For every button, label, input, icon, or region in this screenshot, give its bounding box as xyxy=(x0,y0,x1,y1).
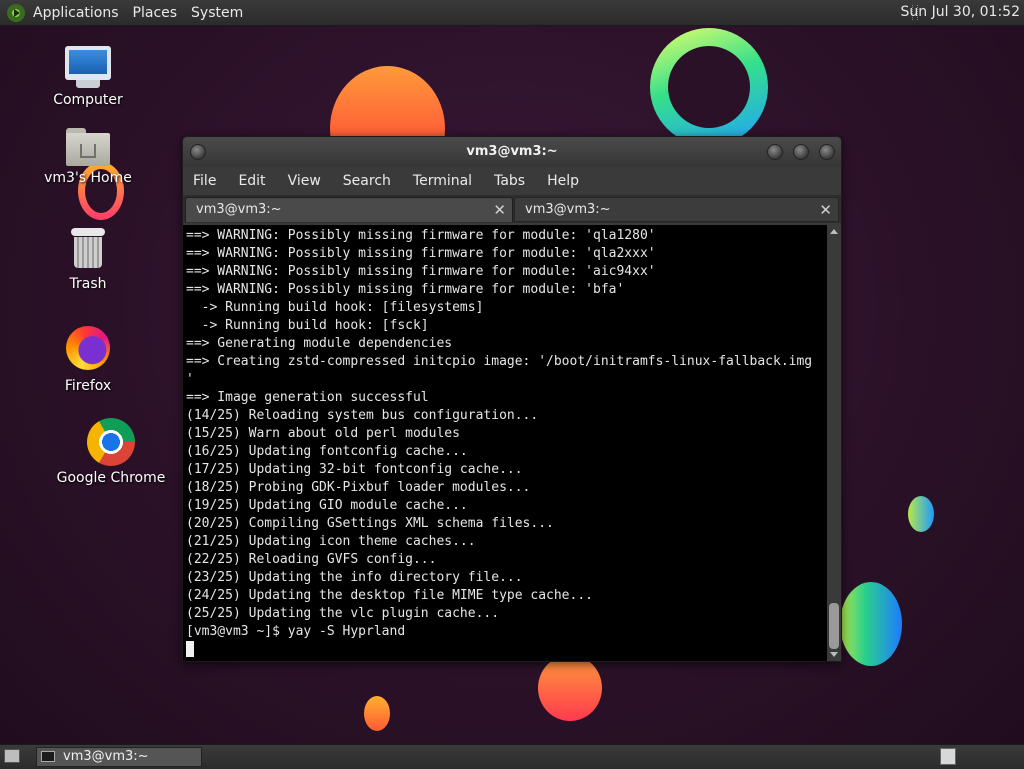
terminal-line: (25/25) Updating the vlc plugin cache... xyxy=(186,606,500,621)
menu-view[interactable]: View xyxy=(288,173,321,189)
terminal-line: (16/25) Updating fontconfig cache... xyxy=(186,444,468,459)
maximize-button[interactable] xyxy=(793,144,809,160)
menu-edit[interactable]: Edit xyxy=(238,173,265,189)
terminal-window[interactable]: vm3@vm3:~ File Edit View Search Terminal… xyxy=(182,136,842,662)
menu-help[interactable]: Help xyxy=(547,173,579,189)
terminal-cursor-line xyxy=(186,641,826,660)
wallpaper-large-blue-blob xyxy=(840,582,902,666)
scroll-down-arrow-icon[interactable] xyxy=(830,652,838,657)
menu-file[interactable]: File xyxy=(193,173,216,189)
terminal-line: (19/25) Updating GIO module cache... xyxy=(186,498,468,513)
close-button[interactable] xyxy=(819,144,835,160)
minimize-button[interactable] xyxy=(767,144,783,160)
terminal-tab-1[interactable]: vm3@vm3:~ ✕ xyxy=(185,197,513,222)
trash-icon xyxy=(71,228,105,268)
tab-label: vm3@vm3:~ xyxy=(196,202,282,217)
scrollbar-thumb[interactable] xyxy=(829,603,839,649)
terminal-line: (23/25) Updating the info directory file… xyxy=(186,570,523,585)
window-titlebar[interactable]: vm3@vm3:~ xyxy=(183,137,841,167)
desktop-icon-chrome[interactable]: Google Chrome xyxy=(56,418,166,486)
terminal-scrollbar[interactable] xyxy=(827,225,841,661)
desktop-icon-label: Firefox xyxy=(64,378,112,394)
desktop-icon-firefox[interactable]: Firefox xyxy=(33,326,143,394)
terminal-line: ==> Image generation successful xyxy=(186,390,429,405)
wallpaper-bottom-orange-blob xyxy=(538,655,602,721)
desktop-icon-label: Trash xyxy=(69,276,107,292)
terminal-line: (14/25) Reloading system bus configurati… xyxy=(186,408,539,423)
terminal-line: ==> WARNING: Possibly missing firmware f… xyxy=(186,228,656,243)
top-panel: Applications Places System Sun Jul 30, 0… xyxy=(0,0,1024,26)
scroll-up-arrow-icon[interactable] xyxy=(830,229,838,234)
desktop-icon-label: vm3's Home xyxy=(44,170,132,186)
terminal-line: ==> WARNING: Possibly missing firmware f… xyxy=(186,246,656,261)
terminal-tab-bar: vm3@vm3:~ ✕ vm3@vm3:~ ✕ xyxy=(183,195,841,223)
desktop-icon-home[interactable]: vm3's Home xyxy=(33,128,143,186)
home-folder-icon xyxy=(66,128,110,166)
terminal-text: ==> WARNING: Possibly missing firmware f… xyxy=(186,227,826,660)
terminal-line: ==> WARNING: Possibly missing firmware f… xyxy=(186,264,656,279)
close-tab-icon[interactable]: ✕ xyxy=(493,198,506,222)
applications-menu[interactable]: Applications xyxy=(33,5,119,21)
terminal-line: ==> Generating module dependencies xyxy=(186,336,453,351)
terminal-output[interactable]: ==> WARNING: Possibly missing firmware f… xyxy=(183,225,841,661)
terminal-line: ==> WARNING: Possibly missing firmware f… xyxy=(186,282,625,297)
places-menu[interactable]: Places xyxy=(133,5,178,21)
mate-logo-icon[interactable] xyxy=(7,3,25,22)
taskbar-window-button[interactable]: vm3@vm3:~ xyxy=(36,747,202,767)
show-desktop-icon[interactable] xyxy=(4,749,20,763)
terminal-cursor xyxy=(186,641,194,657)
terminal-line: (21/25) Updating icon theme caches... xyxy=(186,534,476,549)
wallpaper-green-ring xyxy=(650,28,768,146)
window-menu-button[interactable] xyxy=(190,144,206,160)
terminal-line: (17/25) Updating 32-bit fontconfig cache… xyxy=(186,462,523,477)
bottom-panel: vm3@vm3:~ xyxy=(0,744,1024,769)
desktop-icon-trash[interactable]: Trash xyxy=(33,228,143,292)
terminal-line: -> Running build hook: [fsck] xyxy=(186,318,429,333)
terminal-line: (22/25) Reloading GVFS config... xyxy=(186,552,437,567)
tab-label: vm3@vm3:~ xyxy=(525,202,611,217)
wallpaper-tiny-orange-blob xyxy=(364,696,390,731)
firefox-icon xyxy=(66,326,110,370)
desktop-icon-computer[interactable]: Computer xyxy=(33,46,143,108)
menu-tabs[interactable]: Tabs xyxy=(494,173,525,189)
wallpaper-small-blue-blob xyxy=(908,496,934,532)
close-tab-icon[interactable]: ✕ xyxy=(819,198,832,222)
desktop-icon-label: Google Chrome xyxy=(56,470,166,486)
terminal-line: (24/25) Updating the desktop file MIME t… xyxy=(186,588,593,603)
workspace-switcher[interactable] xyxy=(940,748,956,765)
terminal-line: ==> Creating zstd-compressed initcpio im… xyxy=(186,354,813,369)
menu-search[interactable]: Search xyxy=(343,173,391,189)
terminal-menubar: File Edit View Search Terminal Tabs Help xyxy=(183,167,841,195)
chrome-icon xyxy=(87,418,135,466)
window-title: vm3@vm3:~ xyxy=(466,144,558,159)
terminal-line: [vm3@vm3 ~]$ yay -S Hyprland xyxy=(186,624,406,639)
terminal-line: (18/25) Probing GDK-Pixbuf loader module… xyxy=(186,480,531,495)
clock[interactable]: Sun Jul 30, 01:52 xyxy=(901,4,1021,20)
terminal-line: -> Running build hook: [filesystems] xyxy=(186,300,484,315)
desktop-icon-label: Computer xyxy=(53,92,123,108)
computer-icon xyxy=(33,46,143,88)
system-menu[interactable]: System xyxy=(191,5,243,21)
menu-terminal[interactable]: Terminal xyxy=(413,173,472,189)
terminal-line: (15/25) Warn about old perl modules xyxy=(186,426,460,441)
terminal-line: ' xyxy=(186,372,194,387)
taskbar-window-label: vm3@vm3:~ xyxy=(63,749,149,764)
terminal-tab-2[interactable]: vm3@vm3:~ ✕ xyxy=(514,197,839,222)
terminal-icon xyxy=(41,751,55,762)
terminal-line: (20/25) Compiling GSettings XML schema f… xyxy=(186,516,554,531)
